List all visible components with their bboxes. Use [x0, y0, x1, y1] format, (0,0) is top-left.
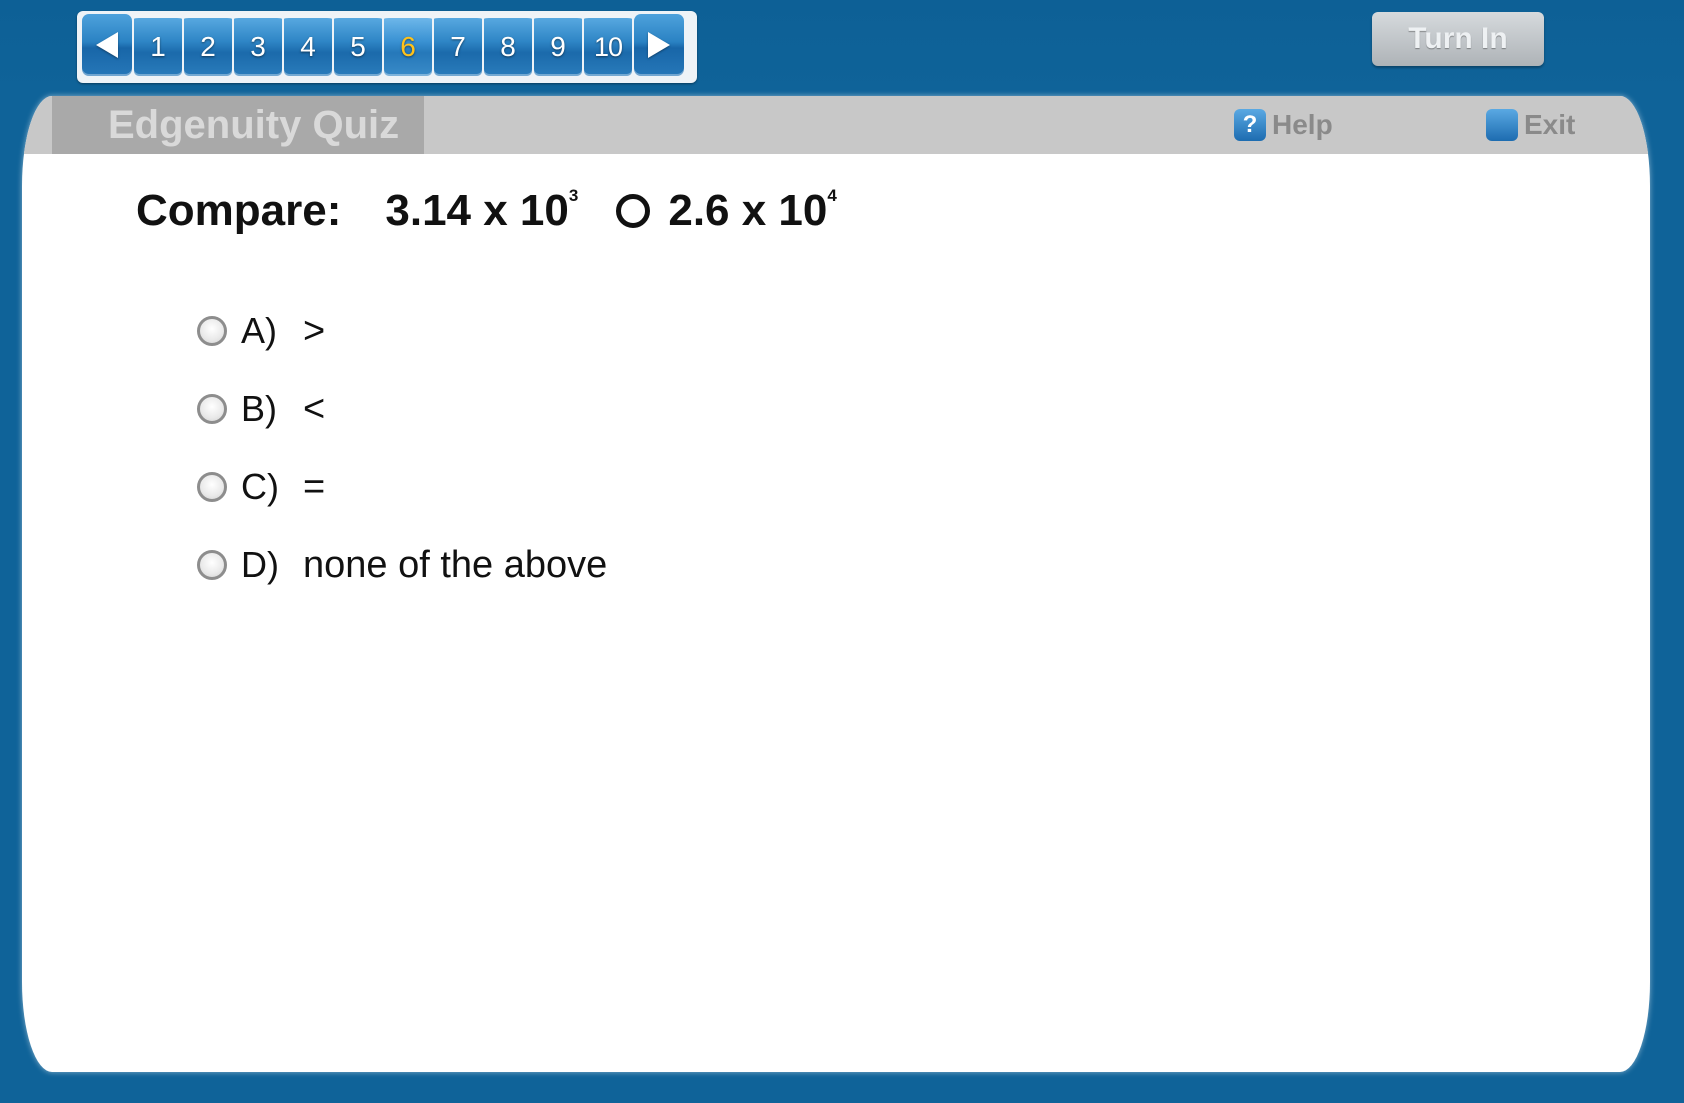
question-8-button[interactable]: 8: [484, 14, 532, 76]
question-1-button[interactable]: 1: [134, 14, 182, 76]
exit-button[interactable]: Exit: [1486, 108, 1575, 142]
option-a-letter: A): [241, 310, 277, 351]
option-c[interactable]: C) =: [197, 448, 607, 526]
right-expression: 2.6 x 104: [668, 186, 837, 236]
quiz-panel: Edgenuity Quiz ? Help Exit Compare: 3.14…: [22, 96, 1650, 1072]
exit-label: Exit: [1524, 109, 1576, 140]
question-5-button[interactable]: 5: [334, 14, 382, 76]
triangle-right-icon: [648, 32, 670, 58]
option-d-text: none of the above: [303, 543, 608, 586]
option-a-text: >: [303, 309, 326, 352]
option-b[interactable]: B) <: [197, 370, 607, 448]
option-d-letter: D): [241, 544, 279, 585]
question-2-button[interactable]: 2: [184, 14, 232, 76]
option-a[interactable]: A) >: [197, 292, 607, 370]
right-exponent: 4: [827, 186, 837, 205]
option-c-letter: C): [241, 466, 279, 507]
turn-in-button[interactable]: Turn In: [1372, 12, 1544, 66]
triangle-left-icon: [96, 32, 118, 58]
option-b-text: <: [303, 387, 326, 430]
option-b-letter: B): [241, 388, 277, 429]
question-label: Compare:: [136, 186, 342, 235]
left-expression: 3.14 x 103: [385, 186, 578, 236]
comparison-blank-circle: [616, 194, 651, 228]
question-10-button[interactable]: 10: [584, 14, 632, 76]
option-c-radio[interactable]: [197, 472, 227, 502]
question-7-button[interactable]: 7: [434, 14, 482, 76]
question-nav: 1 2 3 4 5 6 7 8 9 10: [82, 14, 686, 76]
question-3-button[interactable]: 3: [234, 14, 282, 76]
exit-icon: [1486, 109, 1518, 141]
quiz-title: Edgenuity Quiz: [52, 96, 424, 154]
right-base: 2.6 x 10: [668, 186, 828, 235]
option-d[interactable]: D) none of the above: [197, 526, 607, 604]
option-d-radio[interactable]: [197, 550, 227, 580]
option-c-text: =: [303, 465, 326, 508]
next-question-button[interactable]: [634, 14, 684, 76]
left-base: 3.14 x 10: [385, 186, 569, 235]
question-text: Compare: 3.14 x 103 2.6 x 104: [136, 186, 837, 236]
answer-options: A) > B) < C) = D) none of the above: [197, 292, 607, 604]
left-exponent: 3: [568, 186, 579, 205]
question-9-button[interactable]: 9: [534, 14, 582, 76]
panel-header: Edgenuity Quiz ? Help Exit: [22, 96, 1650, 154]
question-4-button[interactable]: 4: [284, 14, 332, 76]
question-6-button-current[interactable]: 6: [384, 14, 432, 76]
option-b-radio[interactable]: [197, 394, 227, 424]
help-icon: ?: [1234, 109, 1266, 141]
help-button[interactable]: ? Help: [1234, 108, 1333, 142]
prev-question-button[interactable]: [82, 14, 132, 76]
option-a-radio[interactable]: [197, 316, 227, 346]
help-label: Help: [1272, 109, 1333, 140]
